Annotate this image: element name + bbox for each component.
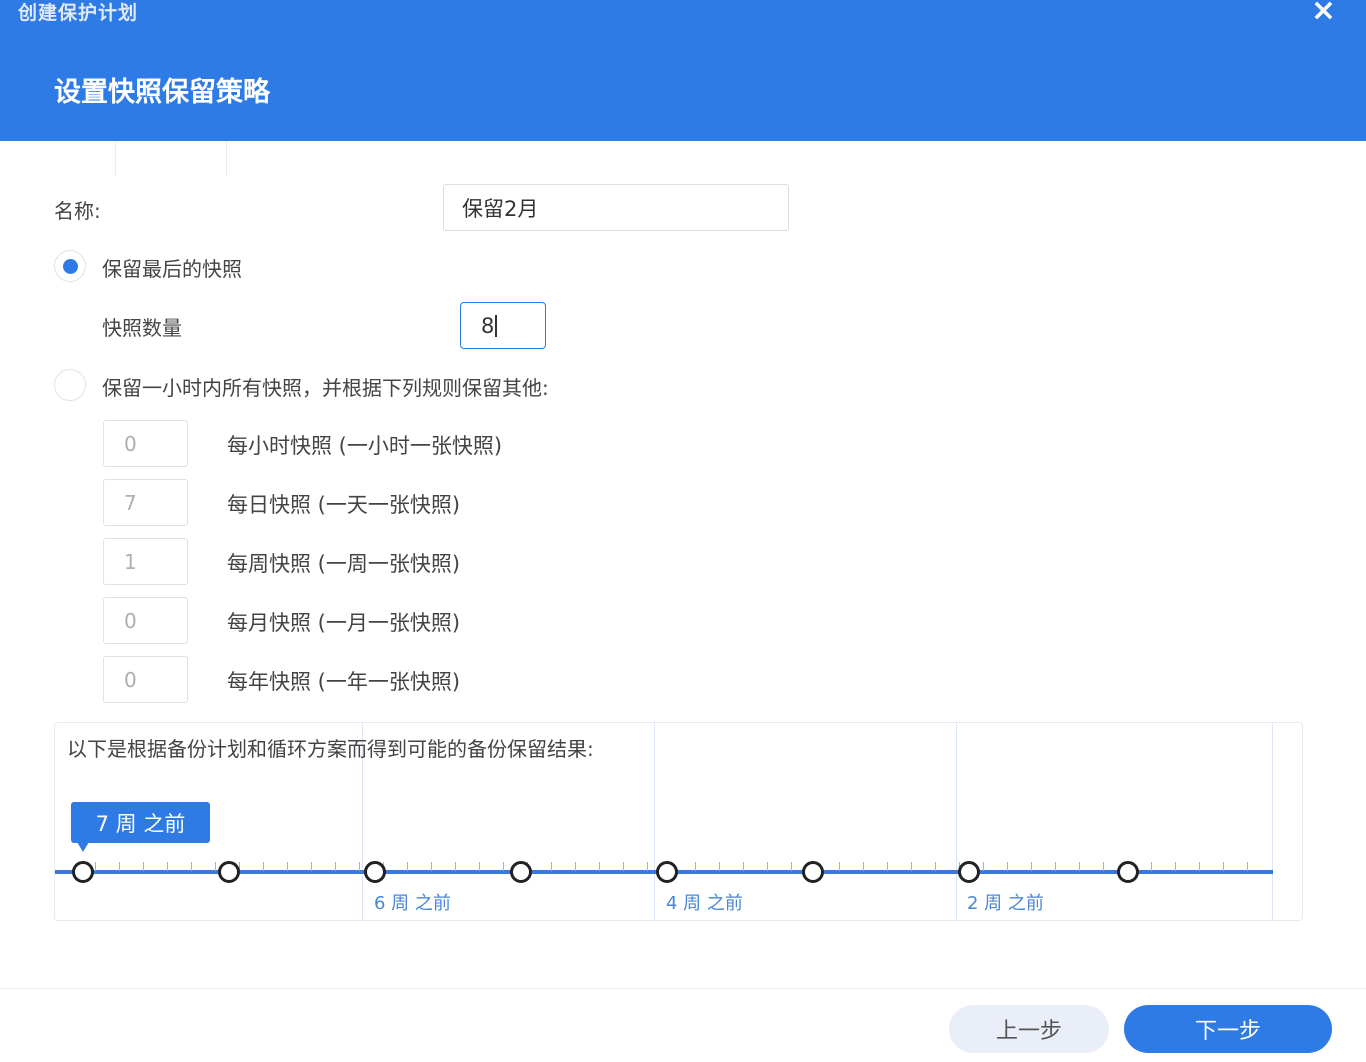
week-label: 6 周 之前 — [374, 893, 451, 914]
snapshot-count-label: 快照数量 — [102, 316, 182, 340]
snapshot-node — [1117, 861, 1139, 883]
dialog-header: 创建保护计划 × 设置快照保留策略 — [0, 0, 1366, 141]
name-input[interactable]: 保留2月 — [443, 184, 789, 231]
timeline-tick — [863, 862, 864, 871]
timeline-tick — [1055, 862, 1056, 871]
snapshot-count-value: 8 — [481, 313, 495, 338]
radio-keep-last[interactable] — [54, 250, 86, 282]
timeline-tick — [791, 862, 792, 871]
timeline-tick — [935, 862, 936, 871]
snapshot-node — [364, 861, 386, 883]
snapshot-count-input[interactable]: 8 — [460, 302, 546, 349]
yearly-label: 每年快照 (一年一张快照) — [227, 670, 461, 694]
timeline-tick — [887, 862, 888, 871]
snapshot-node — [218, 861, 240, 883]
timeline-tick — [359, 862, 360, 871]
timeline-bubble: 7 周 之前 — [71, 802, 210, 852]
monthly-count-input[interactable]: 0 — [103, 597, 188, 644]
timeline-tick — [143, 862, 144, 871]
snapshot-node — [72, 861, 94, 883]
grid-line — [1272, 723, 1273, 921]
grid-line — [956, 723, 957, 921]
timeline-tick — [335, 862, 336, 871]
timeline-tick — [767, 862, 768, 871]
timeline-tick — [1247, 862, 1248, 871]
timeline-tick — [599, 862, 600, 871]
result-title: 以下是根据备份计划和循环方案而得到可能的备份保留结果: — [67, 737, 594, 761]
timeline-tick — [983, 862, 984, 871]
timeline-tick — [167, 862, 168, 871]
timeline-tick — [1079, 862, 1080, 871]
tab-divider — [115, 141, 116, 176]
name-label: 名称: — [54, 199, 101, 223]
timeline-tick — [1031, 862, 1032, 871]
timeline-tick — [311, 862, 312, 871]
weekly-label: 每周快照 (一周一张快照) — [227, 552, 461, 576]
prev-button[interactable]: 上一步 — [949, 1005, 1109, 1053]
timeline-tick — [1103, 862, 1104, 871]
close-icon[interactable]: × — [1311, 0, 1336, 26]
timeline-tick — [1175, 862, 1176, 871]
monthly-label: 每月快照 (一月一张快照) — [227, 611, 461, 635]
timeline-tick — [263, 862, 264, 871]
timeline-tick — [839, 862, 840, 871]
timeline-tick — [95, 862, 96, 871]
radio-keep-rules-label: 保留一小时内所有快照，并根据下列规则保留其他: — [102, 376, 549, 400]
retention-result-panel: 以下是根据备份计划和循环方案而得到可能的备份保留结果: 7 周 之前 6 周 之… — [54, 722, 1303, 921]
daily-count-input[interactable]: 7 — [103, 479, 188, 526]
text-caret — [495, 314, 497, 337]
timeline-tick — [119, 862, 120, 871]
timeline-tick — [575, 862, 576, 871]
step-title: 设置快照保留策略 — [54, 77, 270, 108]
timeline-tick — [551, 862, 552, 871]
tab-divider — [226, 141, 227, 176]
next-button[interactable]: 下一步 — [1124, 1005, 1332, 1053]
snapshot-node — [510, 861, 532, 883]
timeline-tick — [191, 862, 192, 871]
radio-keep-rules[interactable] — [54, 369, 86, 401]
snapshot-node — [802, 861, 824, 883]
timeline-tick — [647, 862, 648, 871]
week-label: 4 周 之前 — [666, 893, 743, 914]
timeline-tick — [623, 862, 624, 871]
hourly-count-input[interactable]: 0 — [103, 420, 188, 467]
timeline-tick — [407, 862, 408, 871]
timeline-tick — [743, 862, 744, 871]
snapshot-node — [656, 861, 678, 883]
timeline-tick — [479, 862, 480, 871]
timeline-tick — [431, 862, 432, 871]
grid-line — [654, 723, 655, 921]
weekly-count-input[interactable]: 1 — [103, 538, 188, 585]
week-label: 2 周 之前 — [967, 893, 1044, 914]
timeline-tick — [215, 862, 216, 871]
radio-keep-last-label: 保留最后的快照 — [102, 257, 242, 281]
timeline-tick — [1151, 862, 1152, 871]
timeline-tick — [455, 862, 456, 871]
footer-divider — [0, 988, 1366, 989]
window-title: 创建保护计划 — [18, 2, 139, 24]
timeline-tick — [287, 862, 288, 871]
daily-label: 每日快照 (一天一张快照) — [227, 493, 461, 517]
timeline-tick — [1007, 862, 1008, 871]
hourly-label: 每小时快照 (一小时一张快照) — [227, 434, 503, 458]
timeline-tick — [719, 862, 720, 871]
timeline-tick — [911, 862, 912, 871]
timeline-tick — [695, 862, 696, 871]
timeline-tick — [1223, 862, 1224, 871]
yearly-count-input[interactable]: 0 — [103, 656, 188, 703]
snapshot-node — [958, 861, 980, 883]
timeline-tick — [503, 862, 504, 871]
timeline-tick — [1199, 862, 1200, 871]
